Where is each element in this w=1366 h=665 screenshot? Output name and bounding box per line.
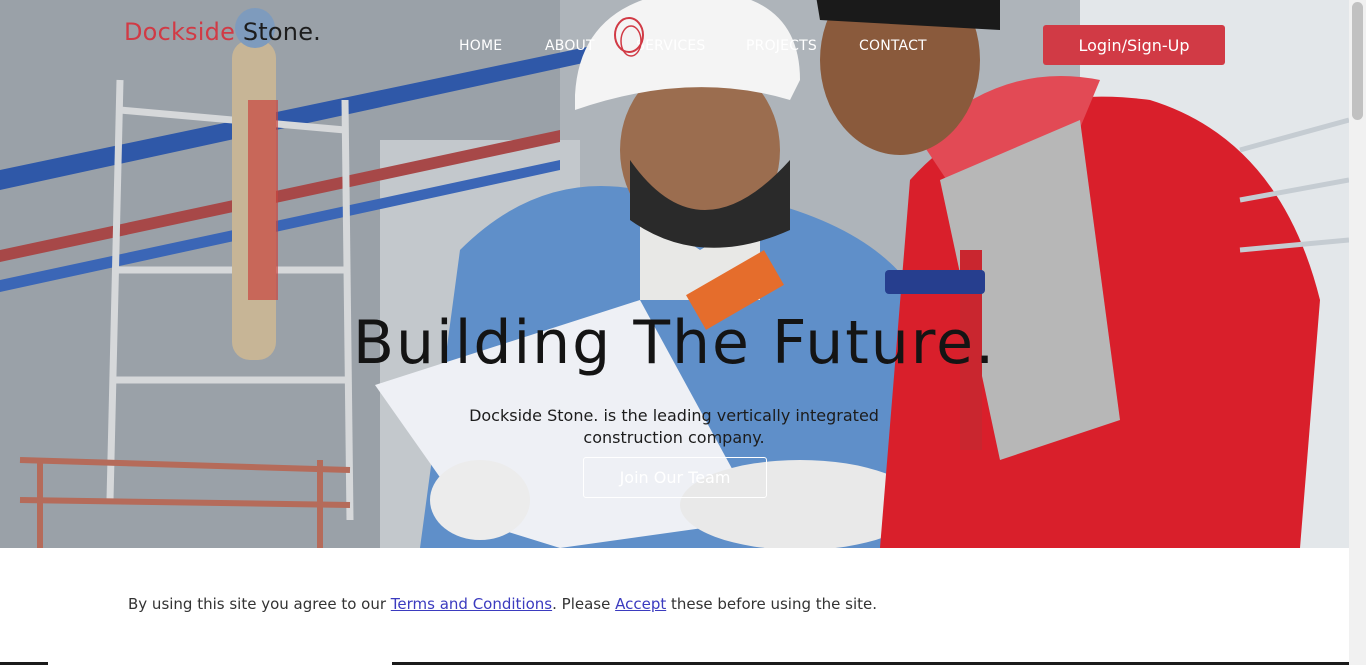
nav-home[interactable]: HOME	[459, 38, 502, 54]
consent-text-after: these before using the site.	[666, 595, 877, 613]
nav-projects[interactable]: PROJECTS	[746, 38, 817, 54]
terms-and-conditions-link[interactable]: Terms and Conditions	[391, 595, 552, 613]
login-signup-button[interactable]: Login/Sign-Up	[1043, 25, 1225, 65]
accept-link[interactable]: Accept	[615, 595, 666, 613]
logo-ring-icon	[614, 17, 644, 57]
hero-title: Building The Future.	[352, 308, 997, 378]
consent-text-before: By using this site you agree to our	[128, 595, 391, 613]
hero-section: Dockside Stone. HOME ABOUT SERVICES PROJ…	[0, 0, 1349, 548]
nav-contact[interactable]: CONTACT	[859, 38, 927, 54]
hero-subtitle: Dockside Stone. is the leading verticall…	[469, 406, 879, 447]
terms-consent-notice: By using this site you agree to our Term…	[128, 595, 877, 613]
nav-about[interactable]: ABOUT	[545, 38, 595, 54]
page-scrollbar-thumb[interactable]	[1352, 2, 1363, 120]
join-our-team-button[interactable]: Join Our Team	[583, 457, 767, 498]
consent-text-middle: . Please	[552, 595, 616, 613]
